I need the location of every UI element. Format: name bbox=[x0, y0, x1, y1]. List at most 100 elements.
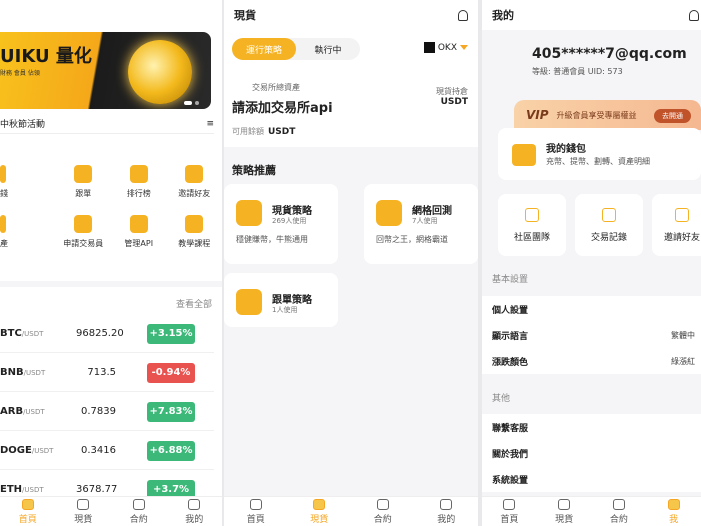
menu-icon[interactable]: ≡ bbox=[206, 119, 214, 129]
tab-running-strategy[interactable]: 運行策略 bbox=[232, 38, 296, 60]
trade-history-button[interactable]: 交易記錄 bbox=[575, 194, 643, 256]
spot-icon bbox=[558, 498, 571, 510]
settings-color[interactable]: 漲跌顏色 綠漲紅 bbox=[482, 348, 701, 374]
profile-screen: 我的 405******7@qq.com 等級: 普通會員 UID: 573 V… bbox=[482, 0, 701, 526]
tab-spot[interactable]: 現貨 bbox=[288, 497, 352, 526]
market-change: +3.15% bbox=[147, 323, 195, 344]
vip-banner[interactable]: VIP 升級會員享受專屬權益 去開通 bbox=[514, 100, 701, 130]
grid-label: 排行榜 bbox=[126, 189, 151, 198]
grid-item-invite[interactable]: 邀請好友 bbox=[167, 165, 223, 199]
strategy-card-grid[interactable]: 網格回測 7人使用 回幣之王，網格霸道 bbox=[364, 184, 478, 264]
contact-support[interactable]: 聯繫客服 bbox=[482, 414, 701, 440]
market-price: 0.3416 bbox=[81, 445, 116, 456]
tab-contract[interactable]: 合約 bbox=[351, 497, 415, 526]
bell-icon[interactable] bbox=[458, 9, 468, 21]
grid-item-course[interactable]: 教學課程 bbox=[167, 215, 223, 249]
grid-item-apply-trader[interactable]: 申請交易員 bbox=[56, 215, 112, 249]
grid-item-copy-trade[interactable]: 跟單 bbox=[56, 165, 112, 199]
strategy-card-copy[interactable]: 跟單策略 1人使用 bbox=[224, 273, 338, 327]
market-row[interactable]: DOGE/USDT 0.3416 +6.88% bbox=[0, 432, 214, 470]
tab-label: 首頁 bbox=[246, 514, 265, 525]
spot-screen: 現貨 運行策略 執行中 OKX 交易所總資產 請添加交易所api 現貨持倉 USD… bbox=[224, 0, 478, 526]
tab-spot[interactable]: 現貨 bbox=[537, 497, 592, 526]
setting-label: 顯示語言 bbox=[492, 331, 529, 342]
vip-badge: VIP bbox=[526, 108, 549, 122]
home-icon bbox=[249, 498, 262, 510]
grid-strategy-icon bbox=[376, 200, 402, 226]
spot-strategy-icon bbox=[236, 200, 262, 226]
market-row[interactable]: BTC/USDT 96825.20 +3.15% bbox=[0, 315, 214, 353]
promo-banner[interactable]: UIKU 量化 財務 會員 佔領 bbox=[0, 32, 211, 109]
person-icon bbox=[74, 215, 93, 233]
spot-icon bbox=[77, 498, 90, 510]
vip-activate-button[interactable]: 去開通 bbox=[654, 109, 691, 123]
market-symbol: BTC/USDT bbox=[0, 328, 44, 339]
tab-contract[interactable]: 合約 bbox=[592, 497, 647, 526]
quick-label: 社區團隊 bbox=[513, 232, 550, 243]
grid-item-api[interactable]: 管理API bbox=[111, 215, 167, 249]
tab-home[interactable]: 首頁 bbox=[482, 497, 537, 526]
setting-label: 漲跌顏色 bbox=[492, 357, 529, 368]
home-icon bbox=[503, 498, 516, 510]
grid-label: 申請交易員 bbox=[63, 239, 104, 248]
tab-home[interactable]: 首頁 bbox=[0, 497, 56, 526]
segment-control: 運行策略 執行中 bbox=[232, 38, 360, 60]
strategy-users: 1人使用 bbox=[272, 306, 298, 314]
add-user-icon bbox=[185, 165, 204, 183]
about-us[interactable]: 關於我們 bbox=[482, 440, 701, 466]
feature-grid: 錢 跟單 排行榜 邀請好友 產 申請交易員 管理API 教學課程 bbox=[0, 165, 222, 249]
bottom-tab-bar: 首頁 現貨 合約 我的 bbox=[0, 496, 222, 526]
grid-label: 邀請好友 bbox=[178, 189, 211, 198]
tab-mine[interactable]: 我的 bbox=[415, 497, 479, 526]
notice-text: 中秋節活動 bbox=[0, 120, 46, 130]
add-api-link[interactable]: 請添加交易所api bbox=[232, 97, 333, 116]
wallet-title: 我的錢包 bbox=[546, 144, 586, 155]
tab-mine[interactable]: 我的 bbox=[167, 497, 223, 526]
tab-label: 現貨 bbox=[310, 514, 329, 525]
settings-personal[interactable]: 個人設置 bbox=[482, 296, 701, 322]
user-level: 等級: 普通會員 UID: 573 bbox=[532, 67, 623, 76]
bell-icon[interactable] bbox=[689, 9, 699, 21]
tab-contract[interactable]: 合約 bbox=[111, 497, 167, 526]
exchange-select[interactable]: OKX bbox=[423, 42, 468, 53]
gift-icon bbox=[675, 207, 689, 222]
contract-icon bbox=[132, 498, 145, 510]
grid-label: 跟單 bbox=[75, 189, 92, 198]
strategy-title: 跟單策略 bbox=[272, 295, 312, 306]
page-title: 我的 bbox=[492, 9, 514, 22]
tab-label: 合約 bbox=[129, 514, 148, 525]
view-all-link[interactable]: 查看全部 bbox=[176, 297, 212, 310]
team-icon bbox=[525, 207, 539, 222]
system-settings[interactable]: 系統設置 bbox=[482, 466, 701, 492]
market-row[interactable]: ARB/USDT 0.7839 +7.83% bbox=[0, 393, 214, 431]
carousel-dots[interactable] bbox=[184, 101, 199, 105]
exchange-name: OKX bbox=[437, 42, 457, 53]
grid-item-asset[interactable]: 產 bbox=[0, 215, 56, 249]
invite-friends-button[interactable]: 邀請好友 bbox=[652, 194, 701, 256]
market-change: +7.83% bbox=[147, 401, 195, 422]
contract-icon bbox=[612, 498, 625, 510]
grid-item-wallet[interactable]: 錢 bbox=[0, 165, 56, 199]
notice-bar[interactable]: 中秋節活動 ≡ bbox=[0, 114, 214, 134]
wallet-card[interactable]: 我的錢包 充幣、提幣、劃轉、資產明細 bbox=[498, 128, 701, 180]
grid-item-leaderboard[interactable]: 排行榜 bbox=[111, 165, 167, 199]
tab-spot[interactable]: 現貨 bbox=[56, 497, 112, 526]
market-change: +6.88% bbox=[147, 440, 195, 461]
strategy-card-spot[interactable]: 現貨策略 269人使用 穩健賺幣，牛熊通用 bbox=[224, 184, 338, 264]
market-symbol: BNB/USDT bbox=[0, 367, 46, 378]
setting-value: 綠漲紅 bbox=[671, 356, 695, 366]
available-balance: 可用餘額 USDT bbox=[232, 127, 296, 137]
strategy-users: 269人使用 bbox=[272, 217, 307, 225]
market-row[interactable]: BNB/USDT 713.5 -0.94% bbox=[0, 354, 214, 392]
trophy-icon bbox=[129, 165, 148, 183]
community-team-button[interactable]: 社區團隊 bbox=[498, 194, 566, 256]
user-icon bbox=[440, 498, 453, 510]
tab-mine[interactable]: 我 bbox=[646, 497, 701, 526]
settings-language[interactable]: 顯示語言 繁體中 bbox=[482, 322, 701, 348]
tab-home[interactable]: 首頁 bbox=[224, 497, 288, 526]
tab-executing[interactable]: 執行中 bbox=[296, 38, 360, 60]
grid-label: 管理API bbox=[124, 239, 154, 248]
tab-label: 首頁 bbox=[500, 514, 519, 525]
bottom-tab-bar: 首頁 現貨 合約 我 bbox=[482, 496, 701, 526]
setting-label: 關於我們 bbox=[492, 449, 529, 460]
